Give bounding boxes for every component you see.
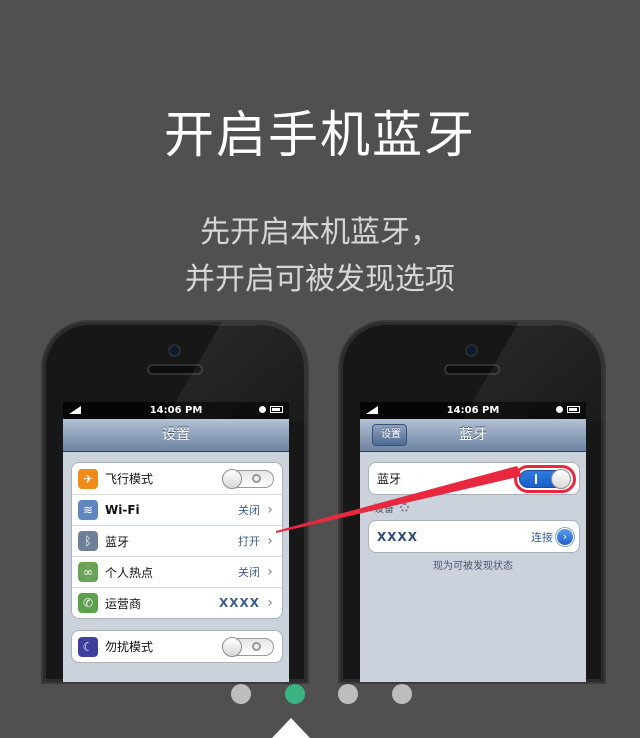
pager-dot[interactable]: [338, 684, 358, 704]
chevron-right-icon: ›: [267, 564, 273, 580]
page-indicator: [0, 684, 640, 704]
nav-title: 蓝牙: [459, 427, 487, 443]
row-label: Wi-Fi: [105, 503, 140, 517]
subtitle-line-2: 并开启可被发现选项: [185, 262, 455, 297]
row-wifi[interactable]: ≋ Wi-Fi 关闭 ›: [72, 494, 282, 525]
phone-icon: ✆: [78, 593, 98, 613]
row-label: 勿扰模式: [105, 640, 154, 654]
row-label: 飞行模式: [105, 472, 154, 486]
settings-screen: 14:06 PM 设置 ✈ 飞行模式 ≋ Wi-Fi 关闭 › ᛒ: [63, 402, 289, 682]
detail-disclosure-icon[interactable]: ›: [557, 528, 573, 545]
bluetooth-screen: 14:06 PM 设置 蓝牙 蓝牙 设备 XXXX 连接 ›: [360, 402, 586, 682]
device-row[interactable]: XXXX 连接 ›: [369, 521, 579, 552]
row-value: 关闭: [238, 504, 260, 517]
nav-bar: 设置 蓝牙: [360, 419, 586, 452]
dnd-toggle[interactable]: [222, 636, 274, 657]
section-label: 设备: [374, 504, 394, 515]
camera-icon: [467, 346, 476, 355]
row-value: 打开: [238, 535, 260, 548]
chevron-right-icon: ›: [267, 595, 273, 611]
row-airplane-mode[interactable]: ✈ 飞行模式: [72, 463, 282, 494]
row-label: 蓝牙: [105, 534, 130, 549]
nav-bar: 设置: [63, 419, 289, 452]
device-name: XXXX: [377, 529, 419, 544]
pointer-arrow-icon: [272, 718, 310, 738]
nav-title: 设置: [162, 427, 190, 443]
devices-group: XXXX 连接 ›: [368, 520, 580, 553]
devices-section-header: 设备: [374, 500, 409, 515]
row-label: 蓝牙: [377, 472, 402, 486]
bluetooth-icon: ᛒ: [78, 531, 98, 551]
row-label: 个人热点: [105, 565, 154, 580]
settings-group-main: ✈ 飞行模式 ≋ Wi-Fi 关闭 › ᛒ 蓝牙 打开 › ∞ 个人热点 关闭 …: [71, 462, 283, 619]
row-hotspot[interactable]: ∞ 个人热点 关闭 ›: [72, 556, 282, 587]
row-do-not-disturb[interactable]: ☾ 勿扰模式: [72, 631, 282, 662]
left-phone: 14:06 PM 设置 ✈ 飞行模式 ≋ Wi-Fi 关闭 › ᛒ: [43, 322, 307, 682]
row-bluetooth-switch: 蓝牙: [369, 463, 579, 494]
airplane-icon: ✈: [78, 468, 98, 489]
row-value: 关闭: [238, 566, 260, 579]
discoverable-note: 现为可被发现状态: [433, 561, 513, 572]
airplane-toggle[interactable]: [222, 468, 274, 489]
wifi-icon: ≋: [78, 500, 98, 520]
loading-spinner-icon: [400, 503, 409, 512]
chevron-right-icon: ›: [267, 533, 273, 549]
device-status: 连接: [531, 530, 553, 544]
right-phone: 14:06 PM 设置 蓝牙 蓝牙 设备 XXXX 连接 ›: [340, 322, 604, 682]
signal-icon: [366, 406, 378, 414]
moon-icon: ☾: [78, 636, 98, 657]
subtitle-line-1: 先开启本机蓝牙，: [200, 215, 440, 250]
signal-icon: [69, 406, 81, 414]
pager-dot[interactable]: [231, 684, 251, 704]
back-button[interactable]: 设置: [372, 424, 407, 446]
hotspot-icon: ∞: [78, 562, 98, 582]
camera-icon: [170, 346, 179, 355]
row-bluetooth[interactable]: ᛒ 蓝牙 打开 ›: [72, 525, 282, 556]
row-label: 运营商: [105, 596, 142, 611]
row-value: XXXX: [218, 596, 260, 610]
chevron-right-icon: ›: [267, 502, 273, 518]
page-title: 开启手机蓝牙: [164, 106, 476, 164]
pager-dot[interactable]: [391, 684, 412, 704]
settings-group-secondary: ☾ 勿扰模式: [71, 630, 283, 663]
pager-dot[interactable]: [284, 684, 305, 704]
bluetooth-toggle[interactable]: [514, 464, 576, 493]
row-carrier[interactable]: ✆ 运营商 XXXX ›: [72, 587, 282, 618]
bluetooth-toggle-group: 蓝牙: [368, 462, 580, 495]
